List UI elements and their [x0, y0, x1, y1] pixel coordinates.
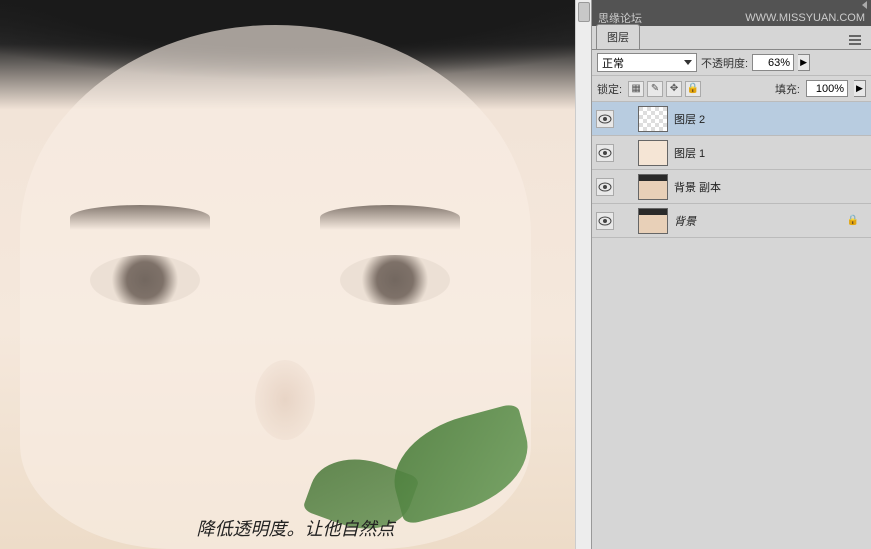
- collapse-bar[interactable]: [592, 0, 871, 10]
- opacity-label: 不透明度:: [701, 55, 748, 71]
- scroll-thumb[interactable]: [578, 2, 590, 22]
- eye-icon: [598, 182, 612, 192]
- eye-icon: [598, 148, 612, 158]
- eye-icon: [598, 114, 612, 124]
- panels-sidebar: 思缘论坛 WWW.MISSYUAN.COM 图层 正常 不透明度: 63% ▶ …: [592, 0, 871, 549]
- chevron-right-icon: ▶: [856, 83, 863, 94]
- eye-icon: [598, 216, 612, 226]
- blend-mode-value: 正常: [602, 55, 624, 71]
- visibility-toggle[interactable]: [596, 212, 614, 230]
- lock-transparency-button[interactable]: ▦: [628, 81, 644, 97]
- fill-input[interactable]: 100%: [806, 80, 848, 97]
- canvas-image: 降低透明度。让他自然点: [0, 0, 591, 549]
- caption-text: 降低透明度。让他自然点: [197, 515, 395, 541]
- fill-label: 填充:: [775, 81, 800, 97]
- lock-label: 锁定:: [597, 81, 622, 97]
- visibility-toggle[interactable]: [596, 178, 614, 196]
- layer-row[interactable]: 背景 副本: [592, 170, 871, 204]
- layer-row[interactable]: 图层 1: [592, 136, 871, 170]
- canvas-area[interactable]: 降低透明度。让他自然点: [0, 0, 592, 549]
- nose-region: [255, 360, 315, 440]
- opacity-flyout-button[interactable]: ▶: [798, 54, 810, 71]
- layer-name[interactable]: 图层 2: [674, 111, 705, 127]
- dropdown-arrow-icon: [684, 60, 692, 65]
- layer-name[interactable]: 背景 副本: [674, 179, 721, 195]
- panel-menu-button[interactable]: [845, 31, 865, 49]
- lock-icons-group: ▦ ✎ ✥ 🔒: [628, 81, 701, 97]
- lock-icon: 🔒: [847, 215, 859, 226]
- collapse-arrow-icon: [862, 1, 867, 9]
- opacity-value: 63%: [768, 57, 790, 69]
- eyebrow-left: [70, 205, 210, 230]
- eye-left: [90, 255, 200, 305]
- layer-thumbnail[interactable]: [638, 174, 668, 200]
- chevron-right-icon: ▶: [800, 57, 807, 68]
- layers-list: 图层 2 图层 1 背景 副本 背景 🔒: [592, 102, 871, 549]
- fill-value: 100%: [816, 83, 844, 95]
- layer-name[interactable]: 图层 1: [674, 145, 705, 161]
- visibility-toggle[interactable]: [596, 110, 614, 128]
- layer-thumbnail[interactable]: [638, 140, 668, 166]
- blend-mode-dropdown[interactable]: 正常: [597, 53, 697, 72]
- vertical-scrollbar[interactable]: [575, 0, 591, 549]
- eye-right: [340, 255, 450, 305]
- layer-thumbnail[interactable]: [638, 208, 668, 234]
- opacity-input[interactable]: 63%: [752, 54, 794, 71]
- panel-tabs: 图层: [592, 28, 871, 50]
- lock-position-button[interactable]: ✥: [666, 81, 682, 97]
- fill-flyout-button[interactable]: ▶: [854, 80, 866, 97]
- blend-row: 正常 不透明度: 63% ▶: [592, 50, 871, 76]
- lock-all-button[interactable]: 🔒: [685, 81, 701, 97]
- layer-row[interactable]: 背景 🔒: [592, 204, 871, 238]
- lock-pixels-button[interactable]: ✎: [647, 81, 663, 97]
- layer-name[interactable]: 背景: [674, 213, 696, 229]
- lock-row: 锁定: ▦ ✎ ✥ 🔒 填充: 100% ▶: [592, 76, 871, 102]
- visibility-toggle[interactable]: [596, 144, 614, 162]
- tab-layers[interactable]: 图层: [596, 24, 640, 49]
- layer-thumbnail[interactable]: [638, 106, 668, 132]
- layer-row[interactable]: 图层 2: [592, 102, 871, 136]
- eyebrow-right: [320, 205, 460, 230]
- watermark-url: WWW.MISSYUAN.COM: [745, 12, 865, 24]
